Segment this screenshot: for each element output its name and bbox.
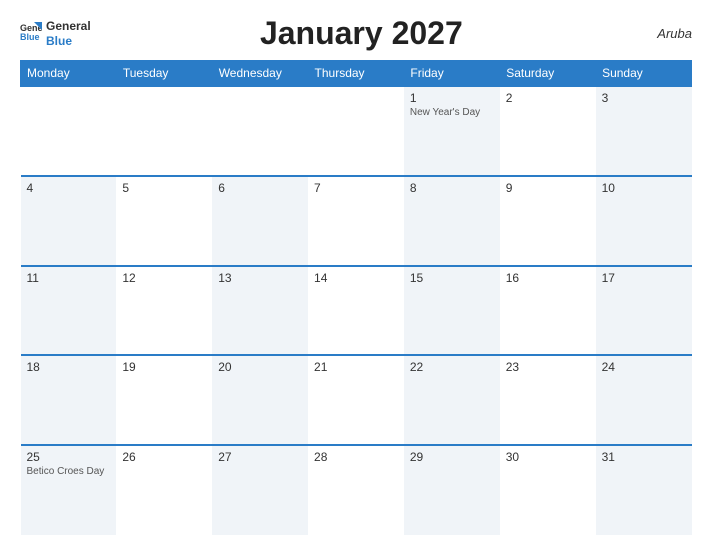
calendar-cell: 12 xyxy=(116,266,212,356)
day-number: 25 xyxy=(27,450,111,464)
day-number: 23 xyxy=(506,360,590,374)
day-number: 7 xyxy=(314,181,398,195)
calendar-cell: 27 xyxy=(212,445,308,535)
calendar-cell: 22 xyxy=(404,355,500,445)
logo-icon: General Blue xyxy=(20,20,42,47)
day-number: 20 xyxy=(218,360,302,374)
day-number: 5 xyxy=(122,181,206,195)
header-saturday: Saturday xyxy=(500,61,596,87)
calendar-cell: 8 xyxy=(404,176,500,266)
calendar-page: General Blue General Blue January 2027 A… xyxy=(0,0,712,550)
calendar-cell: 3 xyxy=(596,86,692,176)
calendar-cell: 24 xyxy=(596,355,692,445)
logo-general: General xyxy=(46,19,91,33)
day-number: 17 xyxy=(602,271,686,285)
calendar-cell: 26 xyxy=(116,445,212,535)
calendar-cell: 31 xyxy=(596,445,692,535)
header-wednesday: Wednesday xyxy=(212,61,308,87)
day-number: 14 xyxy=(314,271,398,285)
calendar-cell: 2 xyxy=(500,86,596,176)
day-number: 31 xyxy=(602,450,686,464)
calendar-table: Monday Tuesday Wednesday Thursday Friday… xyxy=(20,60,692,535)
day-number: 6 xyxy=(218,181,302,195)
day-number: 3 xyxy=(602,91,686,105)
calendar-title: January 2027 xyxy=(91,15,632,52)
day-number: 9 xyxy=(506,181,590,195)
logo-text: General Blue xyxy=(46,19,91,48)
day-number: 2 xyxy=(506,91,590,105)
header-friday: Friday xyxy=(404,61,500,87)
day-number: 8 xyxy=(410,181,494,195)
calendar-cell: 23 xyxy=(500,355,596,445)
header-sunday: Sunday xyxy=(596,61,692,87)
holiday-name: Betico Croes Day xyxy=(27,466,111,477)
region-label: Aruba xyxy=(632,26,692,41)
logo-blue: Blue xyxy=(46,34,91,48)
calendar-cell: 19 xyxy=(116,355,212,445)
svg-text:Blue: Blue xyxy=(20,32,40,42)
calendar-cell: 5 xyxy=(116,176,212,266)
day-number: 21 xyxy=(314,360,398,374)
calendar-cell xyxy=(308,86,404,176)
day-number: 15 xyxy=(410,271,494,285)
day-number: 19 xyxy=(122,360,206,374)
calendar-cell: 6 xyxy=(212,176,308,266)
calendar-week-row: 456789 10 xyxy=(21,176,692,266)
calendar-cell: 9 xyxy=(500,176,596,266)
calendar-cell: 14 xyxy=(308,266,404,356)
logo: General Blue General Blue xyxy=(20,19,91,48)
calendar-week-row: 1 New Year's Day 23 xyxy=(21,86,692,176)
calendar-cell: 28 xyxy=(308,445,404,535)
calendar-week-row: 18 19 20 21 22 23 24 xyxy=(21,355,692,445)
day-number: 10 xyxy=(602,181,686,195)
calendar-cell: 15 xyxy=(404,266,500,356)
day-number: 22 xyxy=(410,360,494,374)
calendar-cell: 29 xyxy=(404,445,500,535)
calendar-cell: 11 xyxy=(21,266,117,356)
day-number: 27 xyxy=(218,450,302,464)
calendar-cell: 18 xyxy=(21,355,117,445)
day-number: 18 xyxy=(27,360,111,374)
calendar-cell xyxy=(21,86,117,176)
calendar-cell xyxy=(116,86,212,176)
calendar-cell: 7 xyxy=(308,176,404,266)
calendar-cell: 4 xyxy=(21,176,117,266)
day-number: 29 xyxy=(410,450,494,464)
header-tuesday: Tuesday xyxy=(116,61,212,87)
holiday-name: New Year's Day xyxy=(410,107,494,118)
calendar-header: General Blue General Blue January 2027 A… xyxy=(20,15,692,52)
day-number: 13 xyxy=(218,271,302,285)
calendar-cell: 13 xyxy=(212,266,308,356)
calendar-cell: 25 Betico Croes Day xyxy=(21,445,117,535)
day-number: 24 xyxy=(602,360,686,374)
header-thursday: Thursday xyxy=(308,61,404,87)
day-number: 1 xyxy=(410,91,494,105)
day-number: 30 xyxy=(506,450,590,464)
calendar-cell: 10 xyxy=(596,176,692,266)
calendar-cell: 16 xyxy=(500,266,596,356)
calendar-cell xyxy=(212,86,308,176)
calendar-week-row: 11 12 13 14 15 16 17 xyxy=(21,266,692,356)
day-number: 4 xyxy=(27,181,111,195)
day-number: 12 xyxy=(122,271,206,285)
day-number: 16 xyxy=(506,271,590,285)
calendar-cell: 1 New Year's Day xyxy=(404,86,500,176)
calendar-cell: 17 xyxy=(596,266,692,356)
calendar-cell: 20 xyxy=(212,355,308,445)
day-number: 11 xyxy=(27,271,111,285)
calendar-cell: 21 xyxy=(308,355,404,445)
header-monday: Monday xyxy=(21,61,117,87)
day-number: 26 xyxy=(122,450,206,464)
weekday-header-row: Monday Tuesday Wednesday Thursday Friday… xyxy=(21,61,692,87)
calendar-cell: 30 xyxy=(500,445,596,535)
day-number: 28 xyxy=(314,450,398,464)
calendar-week-row: 25 Betico Croes Day 26 27 28 29 30 31 xyxy=(21,445,692,535)
